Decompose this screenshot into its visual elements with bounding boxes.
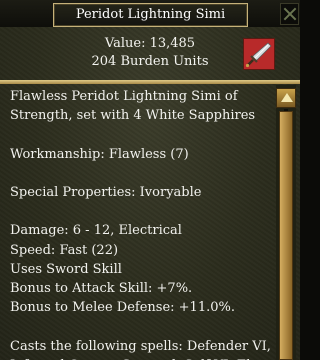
- description-line: Damage: 6 - 12, Electrical: [10, 223, 182, 239]
- description-line: Infected Caress, Strength Self VI, Elysa…: [10, 356, 273, 360]
- item-summary: Value: 13,485 204 Burden Units: [0, 27, 300, 81]
- item-examine-window: Peridot Lightning Simi Value: 13,485 204…: [0, 0, 300, 360]
- description-line: Uses Sword Skill: [10, 261, 122, 277]
- sword-icon: [243, 38, 275, 70]
- description-panel: Flawless Peridot Lightning Simi of Streng…: [3, 85, 273, 360]
- item-description: Flawless Peridot Lightning Simi of Streng…: [3, 85, 273, 360]
- description-line: Flawless Peridot Lightning Simi of: [10, 89, 238, 104]
- scroll-up-button[interactable]: [276, 88, 296, 108]
- description-line: Bonus to Attack Skill: +7%.: [10, 280, 193, 296]
- scroll-thumb[interactable]: [279, 111, 293, 360]
- description-line: Casts the following spells: Defender VI,: [10, 338, 271, 354]
- scrollbar[interactable]: [276, 85, 296, 360]
- description-line: Speed: Fast (22): [10, 242, 119, 258]
- item-burden: 204 Burden Units: [91, 54, 209, 69]
- description-line: Special Properties: Ivoryable: [10, 184, 202, 200]
- close-icon[interactable]: [280, 3, 299, 25]
- divider: [0, 80, 300, 84]
- description-line: Workmanship: Flawless (7): [10, 146, 189, 162]
- item-value: Value: 13,485: [104, 36, 196, 51]
- title-bar[interactable]: Peridot Lightning Simi: [0, 0, 300, 27]
- window-title: Peridot Lightning Simi: [53, 3, 248, 27]
- description-line: Strength, set with 4 White Sapphires: [10, 108, 256, 124]
- description-line: Bonus to Melee Defense: +11.0%.: [10, 300, 235, 316]
- sword-icon-graphic: [245, 42, 272, 68]
